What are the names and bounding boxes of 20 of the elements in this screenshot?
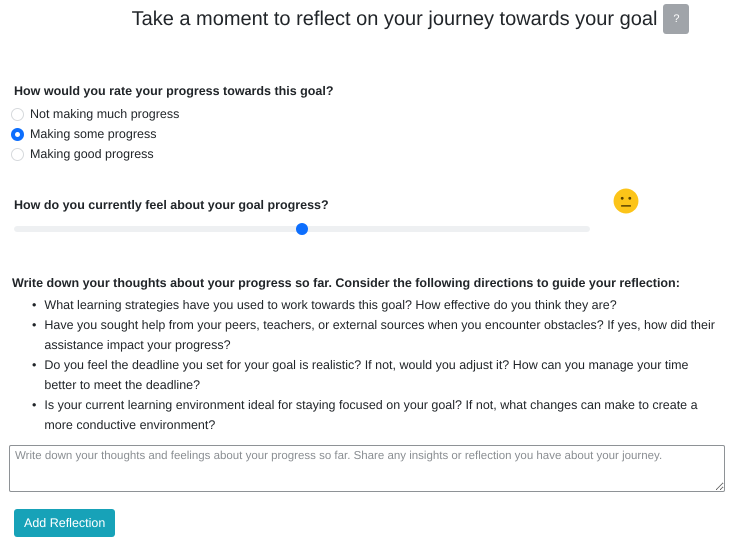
slider-thumb[interactable]	[296, 223, 308, 235]
option-label[interactable]: Making good progress	[30, 147, 154, 161]
direction-item: Is your current learning environment ideal for staying focused on your goal? If not, what changes can make to create a more conductive environment?	[44, 397, 699, 434]
reflection-prompt: Write down your thoughts about your progress so far. Consider the following directions to guide your reflection:	[12, 276, 681, 290]
bullet-mark: •	[32, 297, 36, 314]
direction-item: Have you sought help from your peers, teachers, or external sources when you encounter obstacles? If yes, how did their assistance impact your progress?	[44, 317, 716, 354]
reflection-field[interactable]: Write down your thoughts and feelings about your progress so far. Share any insights or reflection you have about your journey.	[9, 445, 725, 492]
option-label[interactable]: Making some progress	[30, 127, 156, 141]
bullet-mark: •	[32, 357, 36, 374]
option-label[interactable]: Not making much progress	[30, 107, 180, 121]
radio-button[interactable]	[11, 128, 24, 140]
slider-track[interactable]	[14, 226, 590, 232]
direction-item: What learning strategies have you used to work towards this goal? How effective do you think they are?	[44, 297, 617, 314]
bullet-mark: •	[32, 317, 36, 334]
question-label: How would you rate your progress towards this goal?	[14, 84, 334, 98]
question-label: How do you currently feel about your goal progress?	[14, 198, 330, 212]
bullet-mark: •	[32, 397, 36, 414]
page-title: Take a moment to reflect on your journey towards your goal	[132, 8, 658, 30]
direction-item: Do you feel the deadline you set for your goal is realistic? If not, would you adjust it? How can you manage your time better to meet the deadline?	[44, 357, 690, 394]
neutral-face-icon	[613, 188, 639, 214]
